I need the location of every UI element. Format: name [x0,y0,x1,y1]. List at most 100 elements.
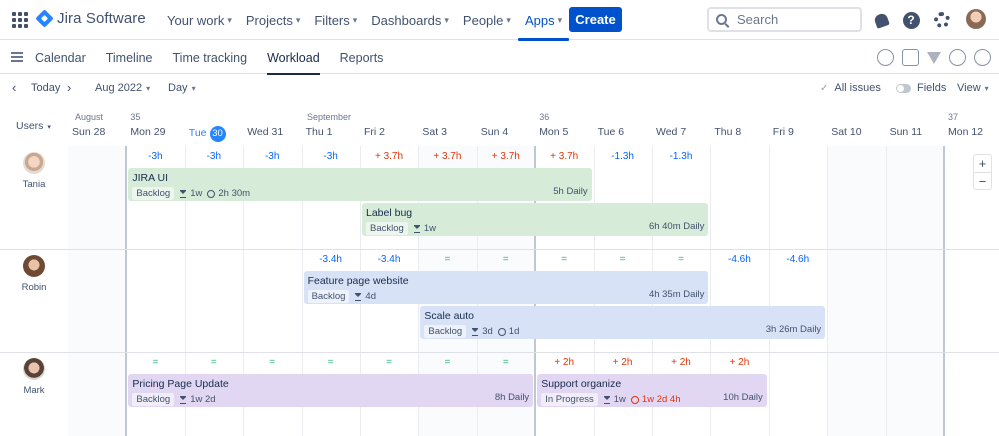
chevron-down-icon: ▾ [146,83,151,93]
nav-item-apps[interactable]: Apps ▾ [517,0,570,41]
task-logged: 2h 30m [218,188,251,199]
task-meta: Backlog 1w 2h 30m [132,187,587,200]
today-button[interactable]: Today [31,82,60,94]
today-day-number: 30 [209,126,226,142]
day-header: Sat 10 [831,126,862,138]
day-header: Sun 11 [889,126,923,138]
profile-avatar[interactable] [966,9,986,29]
day-header: Wed 7 [656,126,687,138]
tab-calendar[interactable]: Calendar [25,41,96,74]
user-robin[interactable]: Robin [0,255,68,293]
hourglass-icon [180,189,187,198]
help-circle-icon[interactable] [949,49,966,66]
all-issues-filter[interactable]: ✓ All issues [820,82,881,94]
zoom-out-button[interactable]: − [974,172,991,189]
capacity-delta: + 3.7h [433,151,462,162]
capacity-delta: -3h [264,151,280,162]
nav-item-filters[interactable]: Filters ▾ [307,0,364,40]
capacity-delta: = [619,254,626,265]
calendar-toolbar: ‹ Today › Aug 2022 ▾ Day ▾ ✓ All issues Fie… [0,75,999,103]
settings-icon[interactable] [974,49,991,66]
chevron-down-icon: ▾ [191,83,196,93]
menu-icon[interactable] [11,52,23,62]
zoom-controls: + − [973,154,992,190]
nav-item-people[interactable]: People ▾ [456,0,518,40]
task-bar[interactable]: Scale auto Backlog 3d 1d 3h 26m Daily [420,306,826,339]
task-bar[interactable]: JIRA UI Backlog 1w 2h 30m 5h Daily [128,168,592,201]
task-bar[interactable]: Pricing Page Update Backlog 1w 2d 8h Daily [128,374,534,407]
search-box[interactable] [707,7,862,32]
user-mark[interactable]: Mark [0,358,68,396]
create-button[interactable]: Create [569,7,622,32]
nav-item-label: People [462,12,504,28]
user-tania[interactable]: Tania [0,152,68,190]
refresh-icon[interactable] [877,49,894,66]
users-dropdown[interactable]: Users ▾ [16,120,51,132]
day-header: Wed 31 [247,126,284,138]
next-arrow-icon[interactable]: › [67,80,71,95]
task-bar[interactable]: Label bug Backlog 1w 6h 40m Daily [362,203,709,236]
day-header: Mon 5 [539,126,569,138]
sub-navigation: Calendar Timeline Time tracking Workload Rep… [0,41,999,75]
status-badge: Backlog [132,393,175,406]
task-estimate: 3d [482,326,493,337]
fields-toggle[interactable]: Fields [896,82,946,94]
clock-icon [630,395,639,404]
view-mode-select[interactable]: Day ▾ [168,82,196,94]
task-bar[interactable]: Support organize In Progress 1w 1w 2d 4h 10h… [537,374,767,407]
capacity-delta: = [327,357,334,368]
view-select[interactable]: View ▾ [957,82,989,94]
nav-item-your-work[interactable]: Your work ▾ [160,0,239,40]
capacity-delta: -4.6h [727,254,751,265]
day-header: Sun 28 [72,126,106,138]
task-estimate: 1w 2d [190,394,216,405]
jira-logo[interactable]: Jira Software [35,9,146,28]
prev-arrow-icon[interactable]: ‹ [12,80,16,95]
nav-item-projects[interactable]: Projects ▾ [239,0,308,40]
capacity-delta: -1.3h [669,151,693,162]
apps-grid-icon[interactable] [12,12,28,28]
task-daily: 8h Daily [494,392,530,403]
capacity-delta: = [444,254,451,265]
fields-label: Fields [917,82,947,94]
task-title: Pricing Page Update [132,378,229,390]
check-icon: ✓ [820,82,829,94]
capacity-delta: -1.3h [611,151,634,162]
task-meta: Backlog 1w 2d [132,393,529,406]
day-header: Sat 3 [422,126,447,138]
help-button[interactable]: ? [901,10,921,30]
month-select[interactable]: Aug 2022 ▾ [95,82,150,94]
user-name: Mark [23,385,45,396]
sub-toolbar-icons [877,49,991,66]
search-input[interactable] [737,12,847,27]
gear-icon [934,12,950,28]
zoom-in-button[interactable]: + [974,155,991,172]
task-meta: Backlog 3d 1d [424,325,821,338]
view-mode-label: Day [168,82,188,94]
chevron-down-icon: ▾ [352,14,358,25]
top-navigation: Jira Software Your work ▾ Projects ▾ Filters… [0,0,999,41]
capacity-delta: = [561,254,568,265]
tab-time-tracking[interactable]: Time tracking [163,41,258,74]
task-logged: 1w 2d 4h [641,394,681,405]
capacity-delta: -3h [206,151,222,162]
capacity-delta: = [152,357,159,368]
capacity-delta: + 3.7h [550,151,579,162]
notifications-button[interactable] [871,10,891,30]
day-header: Fri 2 [364,126,385,138]
tab-workload[interactable]: Workload [257,41,330,75]
avatar [23,152,45,174]
clock-icon [497,327,506,336]
settings-button[interactable] [932,10,952,30]
filter-icon[interactable] [927,52,941,64]
tab-timeline[interactable]: Timeline [96,41,163,74]
nav-item-dashboards[interactable]: Dashboards ▾ [364,0,456,40]
download-icon[interactable] [902,49,919,66]
task-bar[interactable]: Feature page website Backlog 4d 4h 35m Dail… [303,271,709,304]
task-daily: 6h 40m Daily [648,221,705,232]
search-icon [716,14,727,25]
tab-reports[interactable]: Reports [330,41,394,74]
primary-nav: Your work ▾ Projects ▾ Filters ▾ Dashboards ▾ Pe… [160,0,570,41]
chevron-down-icon: ▾ [557,14,563,25]
day-header: Tue 6 [597,126,625,138]
